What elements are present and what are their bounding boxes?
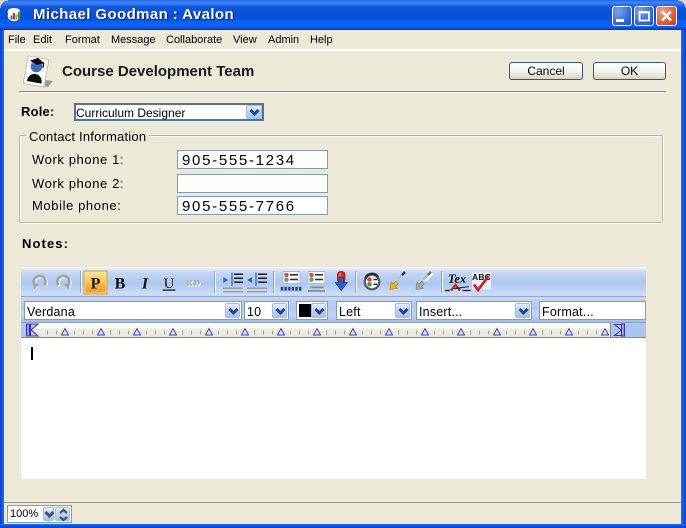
svg-text:«»: «» [185, 275, 200, 290]
svg-text:P: P [91, 276, 101, 293]
svg-text:B: B [115, 276, 126, 293]
svg-text:I: I [141, 276, 149, 293]
svg-text:Tex: Tex [448, 272, 466, 286]
